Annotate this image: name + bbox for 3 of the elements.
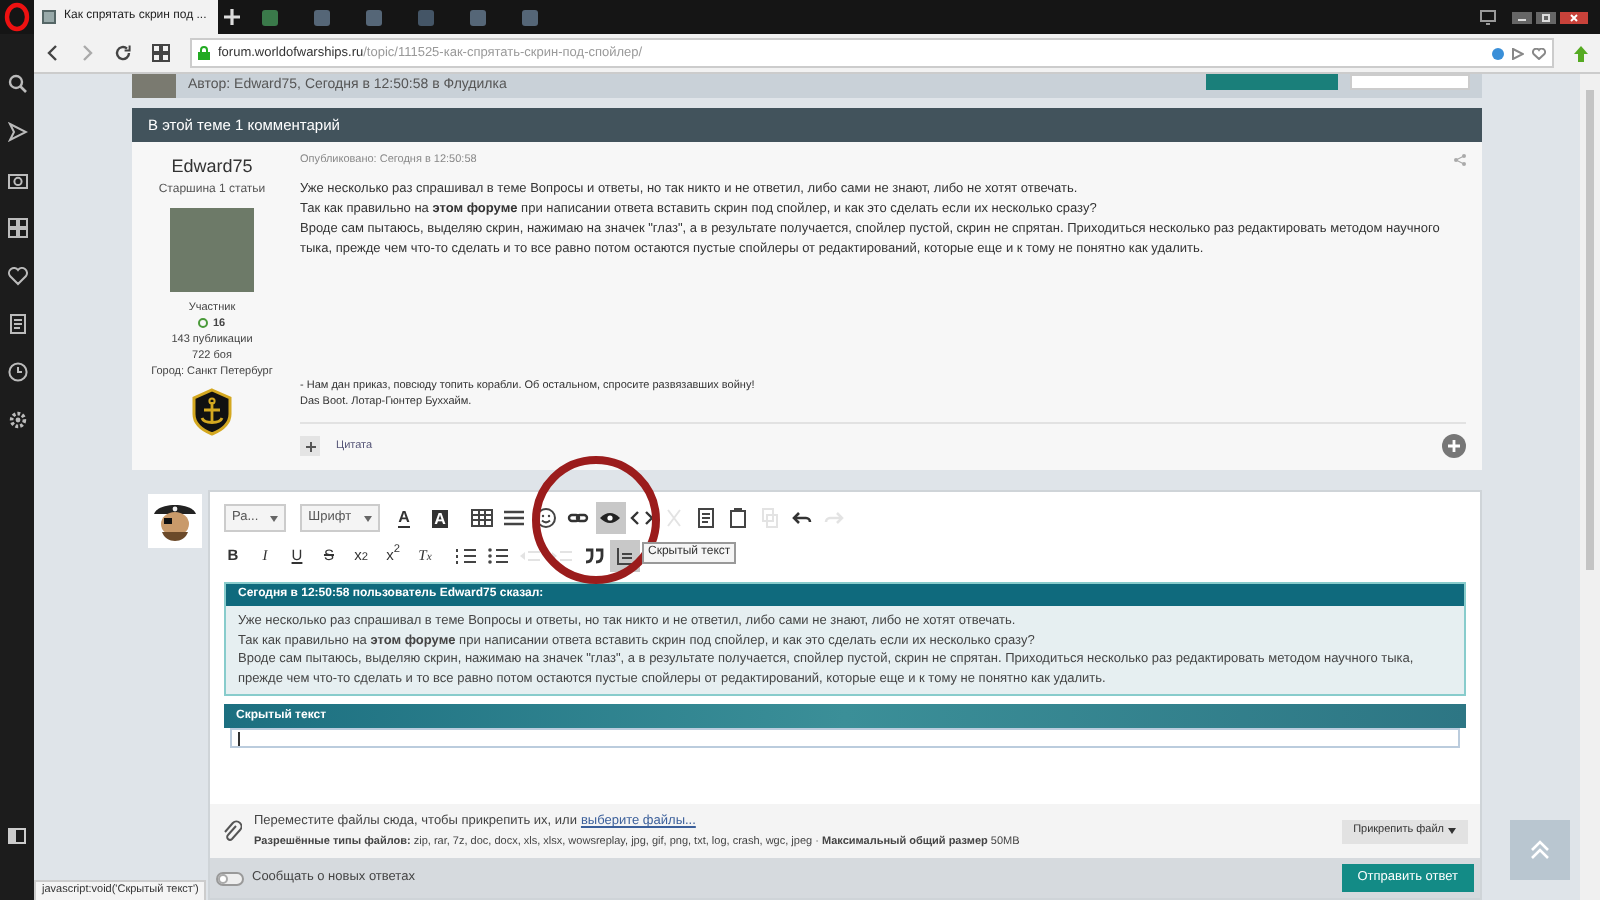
text-color-button[interactable]: A — [387, 502, 422, 534]
background-color-button[interactable]: A — [423, 502, 458, 534]
author-name[interactable]: Edward75 — [171, 154, 253, 181]
